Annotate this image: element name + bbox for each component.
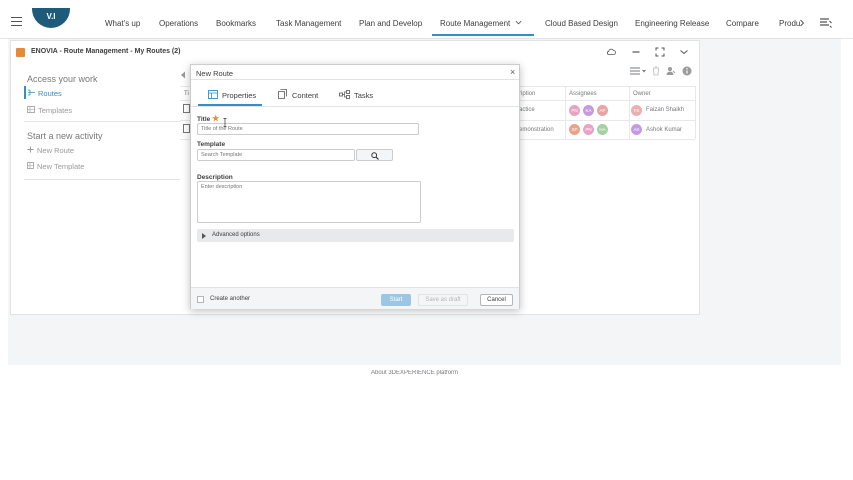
widget-footer-area: [8, 317, 841, 365]
table-header-owner[interactable]: Owner: [633, 91, 651, 97]
table-header-assignees[interactable]: Assignees: [569, 91, 597, 97]
create-another-checkbox[interactable]: [197, 296, 204, 303]
top-navigation: V.I What's up Operations Bookmarks Task …: [0, 0, 853, 39]
cloud-icon[interactable]: [606, 47, 616, 57]
maximize-icon[interactable]: [655, 47, 665, 57]
template-label: Template: [197, 141, 226, 148]
user-icon[interactable]: [666, 66, 676, 76]
avatar: AK: [631, 124, 642, 135]
widget-header: ENOVIA - Route Management - My Routes (2…: [11, 41, 701, 63]
save-draft-button[interactable]: Save as draft: [418, 294, 468, 306]
title-label-text: Title: [197, 116, 211, 123]
app-page: V.I What's up Operations Bookmarks Task …: [0, 0, 853, 480]
chevron-right-icon[interactable]: [799, 19, 805, 27]
app-icon: [16, 48, 25, 57]
info-icon[interactable]: [682, 66, 692, 76]
avatar: FS: [631, 105, 642, 116]
title-label: Title ★: [197, 114, 219, 123]
content-icon: [278, 89, 287, 99]
route-icon: [183, 104, 190, 113]
avatar: SP: [569, 124, 580, 135]
tab-plan-and-develop[interactable]: Plan and Develop: [359, 19, 422, 28]
table-col-border: [565, 86, 566, 139]
avatar: AP: [597, 105, 608, 116]
avatar: KA: [583, 105, 594, 116]
tab-bookmarks[interactable]: Bookmarks: [216, 19, 256, 28]
active-item-bar: [24, 86, 26, 99]
route-icon: [183, 124, 190, 133]
avatar: HA: [597, 124, 608, 135]
logo-text: V.I: [46, 12, 56, 21]
dialog-header-border: [191, 79, 519, 80]
caret-right-icon: [202, 233, 206, 239]
table-col-border: [695, 86, 696, 139]
tab-tasks[interactable]: Tasks: [354, 91, 373, 100]
widget-title: ENOVIA - Route Management - My Routes (2…: [31, 48, 181, 55]
title-input[interactable]: [197, 123, 419, 135]
sidebar-item-templates[interactable]: Templates: [38, 106, 72, 115]
sidebar-item-new-template[interactable]: New Template: [37, 162, 84, 171]
templates-icon: [27, 106, 35, 113]
row-description: actice: [519, 107, 535, 113]
active-tab-indicator: [432, 34, 534, 36]
sidebar-divider: [24, 121, 180, 122]
row-owner: Faizan Shaikh: [646, 107, 685, 113]
about-platform-link[interactable]: About 3DEXPERIENCE platform: [371, 370, 458, 376]
tab-compare[interactable]: Compare: [726, 19, 759, 28]
tab-engineering-release[interactable]: Engineering Release: [635, 19, 709, 28]
tabs-border: [191, 106, 519, 107]
menu-icon[interactable]: [11, 17, 22, 26]
avatar: PN: [569, 105, 580, 116]
delete-icon[interactable]: [652, 66, 660, 76]
tab-operations[interactable]: Operations: [159, 19, 198, 28]
routes-icon: [28, 89, 35, 96]
tab-cloud-based-design[interactable]: Cloud Based Design: [545, 19, 618, 28]
description-input[interactable]: [197, 181, 421, 223]
tasks-icon: [339, 90, 350, 99]
required-star-icon: ★: [212, 114, 220, 123]
close-icon[interactable]: ×: [510, 67, 515, 77]
avatar: PN: [583, 124, 594, 135]
text-cursor-icon: [223, 118, 227, 127]
properties-icon: [208, 90, 218, 99]
new-activity-heading: Start a new activity: [27, 131, 103, 141]
collapse-panel-icon[interactable]: [180, 71, 186, 79]
sidebar-item-new-route[interactable]: New Route: [37, 146, 74, 155]
tab-properties[interactable]: Properties: [222, 91, 256, 100]
new-route-dialog: New Route × Properties Content Tasks Tit…: [190, 64, 520, 309]
compass-logo[interactable]: V.I: [32, 8, 70, 28]
template-search-input[interactable]: [197, 149, 355, 161]
row-owner: Ashok Kumar: [646, 127, 683, 133]
sidebar-divider: [24, 179, 180, 180]
advanced-options-toggle[interactable]: Advanced options: [197, 229, 514, 242]
list-view-icon[interactable]: [630, 67, 646, 76]
row-description: emonstration: [519, 127, 554, 133]
chevron-down-icon[interactable]: [515, 19, 522, 26]
access-work-heading: Access your work: [27, 74, 98, 84]
description-label: Description: [197, 174, 233, 181]
cancel-button[interactable]: Cancel: [480, 294, 513, 306]
create-another-label: Create another: [210, 296, 251, 302]
tab-task-management[interactable]: Task Management: [276, 19, 341, 28]
advanced-options-label: Advanced options: [212, 232, 260, 238]
tab-route-management[interactable]: Route Management: [440, 19, 510, 28]
template-search-button[interactable]: [356, 149, 393, 161]
tab-whats-up[interactable]: What's up: [105, 19, 140, 28]
tab-produ[interactable]: Produ: [779, 19, 800, 28]
tab-list-icon[interactable]: [820, 18, 832, 28]
table-col-border: [629, 86, 630, 139]
plus-icon: [27, 146, 34, 153]
tab-content[interactable]: Content: [292, 91, 318, 100]
search-icon: [371, 152, 379, 160]
table-header-description[interactable]: ription: [519, 91, 535, 97]
chevron-down-icon[interactable]: [679, 47, 689, 57]
sidebar-item-routes[interactable]: Routes: [38, 89, 62, 98]
dialog-footer: Create another Start Save as draft Cance…: [191, 287, 519, 309]
new-template-icon: [27, 162, 34, 169]
start-button[interactable]: Start: [381, 294, 411, 306]
minimize-icon[interactable]: [631, 47, 641, 57]
dialog-title: New Route: [196, 69, 234, 78]
table-header-title[interactable]: Ti: [184, 91, 189, 97]
